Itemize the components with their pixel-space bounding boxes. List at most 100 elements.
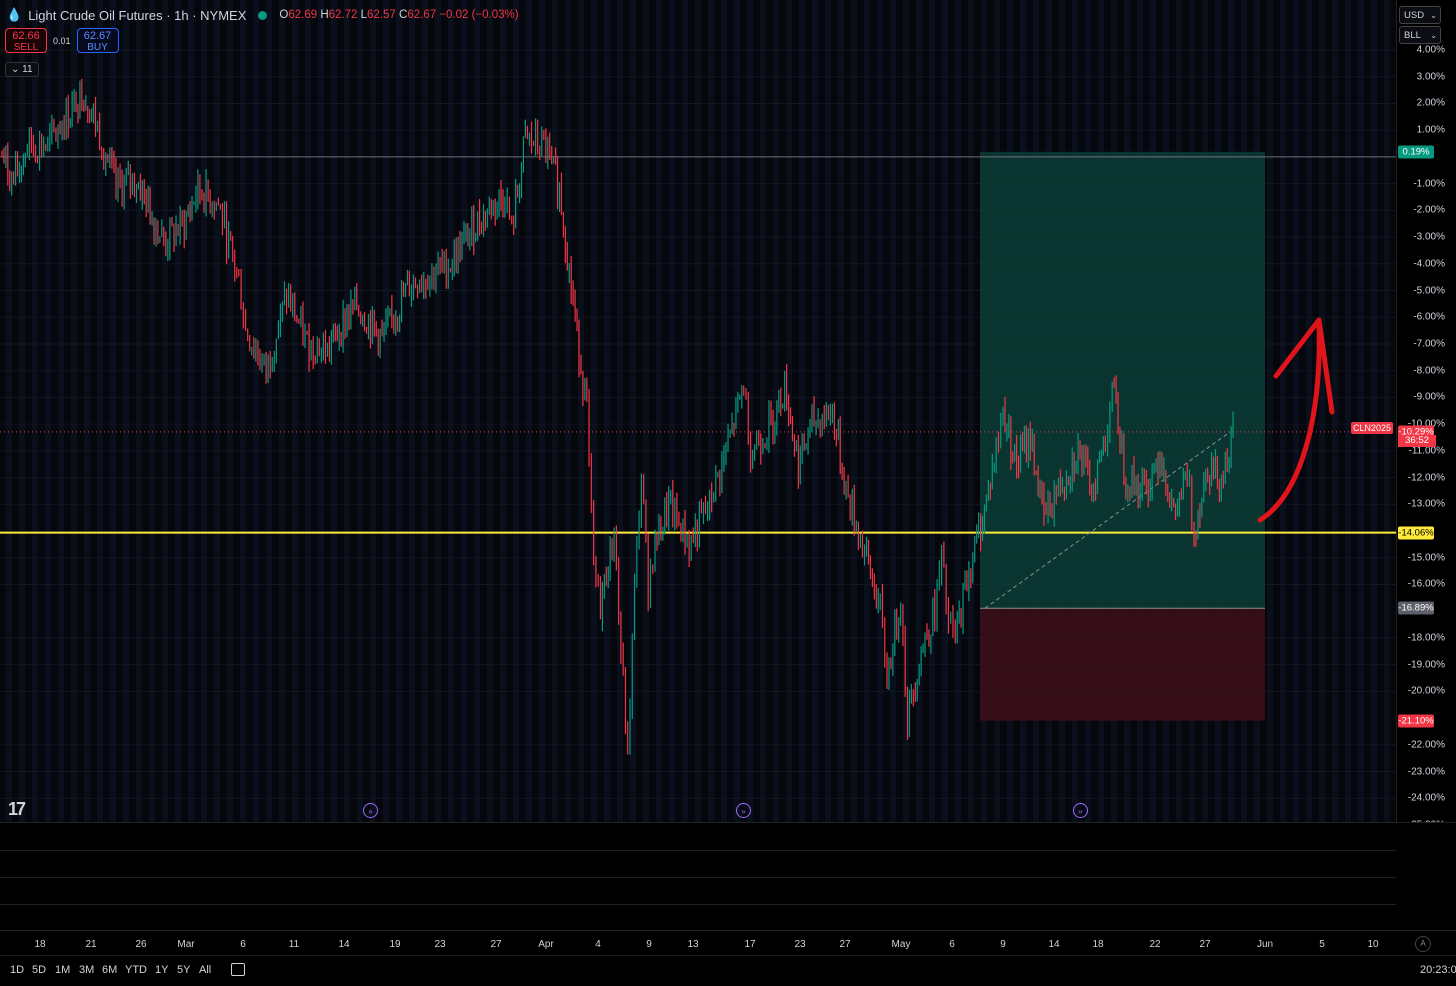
session-stripe bbox=[513, 0, 519, 822]
pane-gridline bbox=[0, 904, 1396, 905]
session-stripe bbox=[929, 0, 935, 822]
ohlc-close: 62.67 bbox=[407, 9, 437, 21]
oil-drop-icon: 💧 bbox=[6, 7, 23, 22]
ohlc-change: −0.02 (−0.03%) bbox=[439, 9, 519, 21]
currency-selector[interactable]: USD ⌄ bbox=[1399, 6, 1441, 24]
session-stripe bbox=[149, 0, 155, 822]
session-stripe bbox=[955, 0, 961, 822]
range-button-6m[interactable]: 6M bbox=[102, 964, 117, 976]
price-tick-label: -4.00% bbox=[1413, 258, 1445, 270]
market-open-status-icon bbox=[258, 10, 268, 20]
time-tick-label: 17 bbox=[744, 939, 756, 950]
price-scale[interactable]: 4.00% 3.00% 2.00% 1.00% -1.00% -2.00% -3.00% -4… bbox=[1396, 0, 1456, 830]
price-tick-label: 4.00% bbox=[1416, 44, 1445, 56]
economic-event-icon[interactable]: » bbox=[1073, 803, 1088, 818]
ohlc-high: 62.72 bbox=[328, 9, 358, 21]
calendar-icon[interactable] bbox=[231, 963, 245, 976]
range-button-5y[interactable]: 5Y bbox=[177, 964, 190, 976]
session-stripe bbox=[669, 0, 675, 822]
session-stripe bbox=[383, 0, 389, 822]
time-tick-label: 23 bbox=[794, 939, 806, 950]
session-stripe bbox=[604, 0, 610, 822]
session-stripe bbox=[682, 0, 688, 822]
ohlc-open-label: O bbox=[279, 9, 289, 21]
indicators-toggle-button[interactable]: ⌄ 11 bbox=[5, 62, 39, 77]
session-stripe bbox=[435, 0, 441, 822]
session-stripe bbox=[500, 0, 506, 822]
range-button-1m[interactable]: 1M bbox=[55, 964, 70, 976]
price-chart[interactable] bbox=[0, 0, 1396, 822]
session-stripe bbox=[591, 0, 597, 822]
session-stripe bbox=[175, 0, 181, 822]
buy-button[interactable]: 62.67 BUY bbox=[76, 28, 119, 53]
session-stripe bbox=[487, 0, 493, 822]
session-stripe bbox=[864, 0, 870, 822]
time-tick-label: 27 bbox=[1199, 939, 1211, 950]
price-tick-label: -22.00% bbox=[1407, 739, 1445, 751]
price-tick-label: -11.00% bbox=[1408, 445, 1445, 457]
chevron-down-icon: ⌄ bbox=[1430, 31, 1437, 40]
time-tick-label: 11 bbox=[288, 939, 300, 950]
auto-scale-button[interactable]: A bbox=[1415, 936, 1431, 952]
time-tick-label: May bbox=[891, 939, 911, 950]
session-stripe bbox=[1384, 0, 1390, 822]
lower-indicator-pane[interactable] bbox=[0, 822, 1456, 931]
economic-event-icon[interactable]: » bbox=[736, 803, 751, 818]
price-tick-label: -1.00% bbox=[1413, 178, 1445, 190]
time-tick-label: 22 bbox=[1149, 939, 1161, 950]
session-stripe bbox=[552, 0, 558, 822]
session-stripe bbox=[695, 0, 701, 822]
session-stripe bbox=[565, 0, 571, 822]
session-stripe bbox=[266, 0, 272, 822]
range-button-1d[interactable]: 1D bbox=[10, 964, 24, 976]
session-stripe bbox=[812, 0, 818, 822]
session-stripe bbox=[201, 0, 207, 822]
session-stripe bbox=[630, 0, 636, 822]
price-tick-label: -7.00% bbox=[1413, 338, 1445, 350]
unit-selector[interactable]: BLL ⌄ bbox=[1399, 26, 1441, 44]
chevron-down-icon: ⌄ bbox=[1430, 11, 1437, 20]
main-chart-pane[interactable]: 💧 Light Crude Oil Futures · 1h · NYMEX O… bbox=[0, 0, 1396, 822]
session-stripe bbox=[968, 0, 974, 822]
session-stripe bbox=[1280, 0, 1286, 822]
time-tick-label: 5 bbox=[1319, 939, 1325, 950]
session-stripe bbox=[357, 0, 363, 822]
session-stripe bbox=[734, 0, 740, 822]
session-stripe bbox=[279, 0, 285, 822]
session-stripe bbox=[1358, 0, 1364, 822]
economic-event-icon[interactable]: » bbox=[363, 803, 378, 818]
price-tick-label: 1.00% bbox=[1416, 124, 1445, 136]
tradingview-logo-icon[interactable]: 17 bbox=[8, 799, 26, 820]
symbol-title[interactable]: Light Crude Oil Futures · 1h · NYMEX bbox=[28, 8, 246, 23]
price-tick-label: -12.00% bbox=[1407, 472, 1445, 484]
ohlc-open: 62.69 bbox=[288, 9, 318, 21]
bottom-toolbar: 20:23:0 1D 5D 1M 3M 6M YTD 1Y 5Y All bbox=[0, 955, 1456, 986]
sell-button[interactable]: 62.66 SELL bbox=[5, 28, 47, 53]
range-button-5d[interactable]: 5D bbox=[32, 964, 46, 976]
price-tick-label: -5.00% bbox=[1413, 285, 1445, 297]
price-level-label: -16.89% bbox=[1398, 601, 1434, 615]
time-scale[interactable]: 18 21 26 Mar 6 11 14 19 23 27 Apr 4 9 13 17 23 27 May 6 9 14… bbox=[0, 930, 1456, 956]
session-stripe bbox=[1371, 0, 1377, 822]
session-stripe bbox=[539, 0, 545, 822]
session-stripe bbox=[1306, 0, 1312, 822]
range-button-1y[interactable]: 1Y bbox=[155, 964, 168, 976]
range-button-ytd[interactable]: YTD bbox=[125, 964, 147, 976]
range-button-3m[interactable]: 3M bbox=[79, 964, 94, 976]
session-stripe bbox=[292, 0, 298, 822]
range-button-all[interactable]: All bbox=[199, 964, 211, 976]
ohlc-values: O62.69 H62.72 L62.57 C62.67 −0.02 (−0.03… bbox=[279, 9, 518, 21]
price-tick-label: -19.00% bbox=[1407, 659, 1445, 671]
session-stripe bbox=[474, 0, 480, 822]
session-stripe bbox=[656, 0, 662, 822]
session-stripe bbox=[838, 0, 844, 822]
session-stripe bbox=[409, 0, 415, 822]
session-stripe bbox=[331, 0, 337, 822]
session-stripe bbox=[344, 0, 350, 822]
time-tick-label: 14 bbox=[338, 939, 350, 950]
time-tick-label: Jun bbox=[1256, 939, 1274, 950]
session-stripe bbox=[617, 0, 623, 822]
session-stripe bbox=[773, 0, 779, 822]
time-tick-label: 14 bbox=[1048, 939, 1060, 950]
session-stripe bbox=[799, 0, 805, 822]
